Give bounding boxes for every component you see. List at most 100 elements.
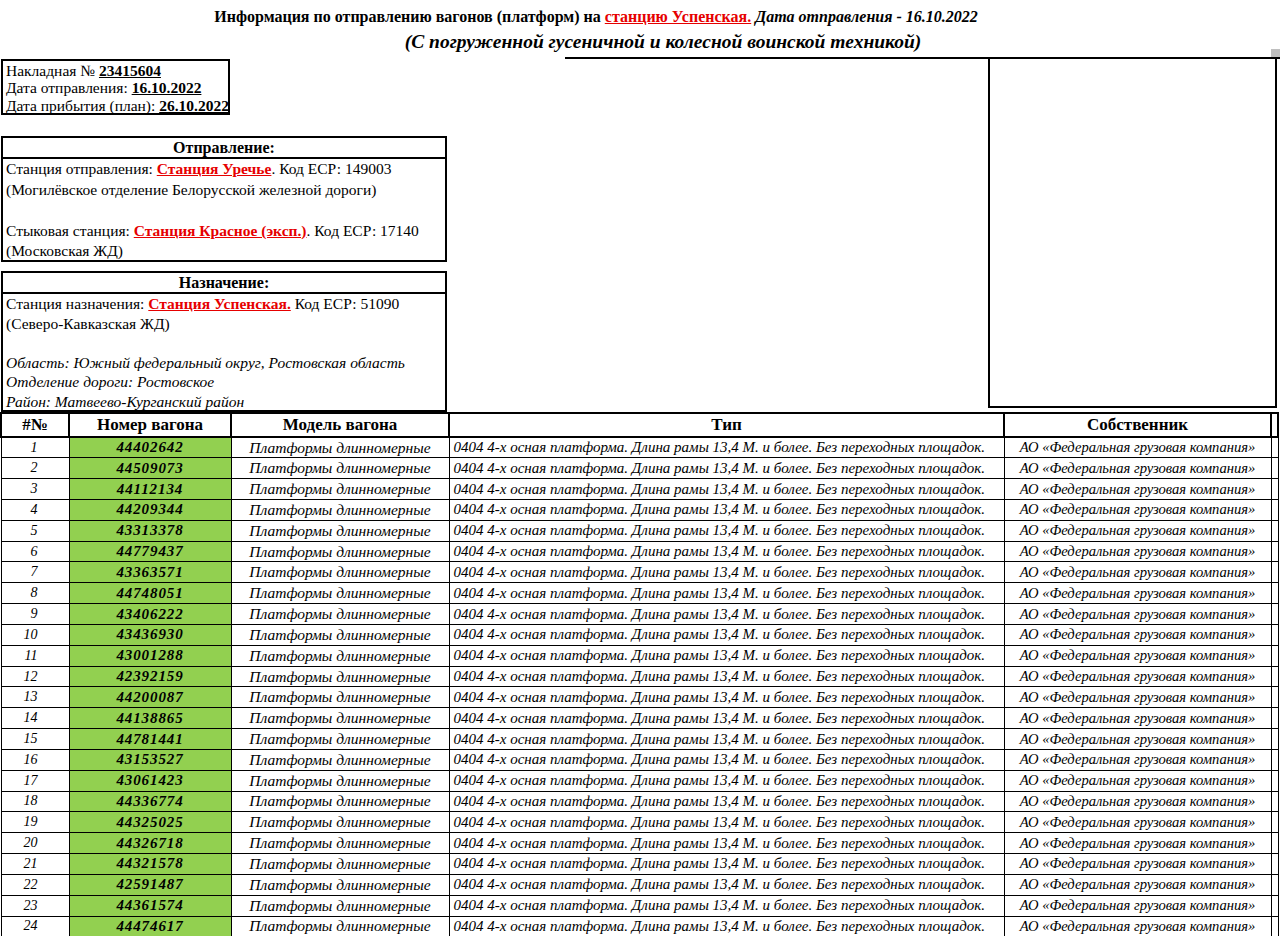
header-edge-strip bbox=[1271, 413, 1278, 437]
departure-station-line: Станция отправления: Станция Уречье. Код… bbox=[6, 159, 445, 180]
wagon-model-cell: Платформы длинномерные bbox=[231, 895, 449, 916]
destination-station-line: Станция назначения: Станция Успенская. К… bbox=[6, 294, 445, 314]
table-header-row: #№ Номер вагона Модель вагона Тип Собств… bbox=[1, 413, 1278, 437]
wagon-type-cell: 0404 4-х осная платформа. Длина рамы 13,… bbox=[449, 604, 1004, 625]
row-number-cell: 16 bbox=[1, 749, 69, 770]
table-row: 1844336774Платформы длинномерные0404 4-х… bbox=[1, 791, 1278, 812]
edge-strip-cell bbox=[1271, 562, 1278, 583]
waybill-number-line: Накладная № 23415604 bbox=[6, 62, 228, 79]
wagon-owner-cell: АО «Федеральная грузовая компания» bbox=[1004, 624, 1271, 645]
wagon-model-cell: Платформы длинномерные bbox=[231, 666, 449, 687]
wagon-type-cell: 0404 4-х осная платформа. Длина рамы 13,… bbox=[449, 520, 1004, 541]
wagon-number-cell: 43313378 bbox=[69, 520, 231, 541]
edge-strip-cell bbox=[1271, 749, 1278, 770]
edge-strip-cell bbox=[1271, 583, 1278, 604]
table-row: 743363571Платформы длинномерные0404 4-х … bbox=[1, 562, 1278, 583]
wagon-number-cell: 44781441 bbox=[69, 729, 231, 750]
corner-gray-cell bbox=[1271, 49, 1280, 57]
wagon-type-cell: 0404 4-х осная платформа. Длина рамы 13,… bbox=[449, 624, 1004, 645]
wagon-type-cell: 0404 4-х осная платформа. Длина рамы 13,… bbox=[449, 458, 1004, 479]
spacer-line bbox=[6, 200, 445, 221]
row-number-cell: 2 bbox=[1, 458, 69, 479]
edge-strip-cell bbox=[1271, 499, 1278, 520]
wagon-number-cell: 44200087 bbox=[69, 687, 231, 708]
row-number-cell: 21 bbox=[1, 854, 69, 875]
wagon-owner-cell: АО «Федеральная грузовая компания» bbox=[1004, 833, 1271, 854]
wagon-number-cell: 43363571 bbox=[69, 562, 231, 583]
table-row: 2444474617Платформы длинномерные0404 4-х… bbox=[1, 916, 1278, 936]
wagon-number-cell: 44112134 bbox=[69, 479, 231, 500]
wagon-owner-cell: АО «Федеральная грузовая компания» bbox=[1004, 458, 1271, 479]
table-row: 1544781441Платформы длинномерные0404 4-х… bbox=[1, 729, 1278, 750]
wagon-number-cell: 44402642 bbox=[69, 437, 231, 458]
table-row: 2344361574Платформы длинномерные0404 4-х… bbox=[1, 895, 1278, 916]
table-row: 1444138865Платформы длинномерные0404 4-х… bbox=[1, 708, 1278, 729]
edge-strip-cell bbox=[1271, 833, 1278, 854]
waybill-departure-label: Дата отправления: bbox=[6, 79, 132, 96]
row-number-cell: 14 bbox=[1, 708, 69, 729]
wagon-number-cell: 44321578 bbox=[69, 854, 231, 875]
edge-strip-cell bbox=[1271, 666, 1278, 687]
wagon-number-cell: 44474617 bbox=[69, 916, 231, 936]
wagon-type-cell: 0404 4-х осная платформа. Длина рамы 13,… bbox=[449, 479, 1004, 500]
table-row: 344112134Платформы длинномерные0404 4-х … bbox=[1, 479, 1278, 500]
wagon-owner-cell: АО «Федеральная грузовая компания» bbox=[1004, 666, 1271, 687]
wagon-model-cell: Платформы длинномерные bbox=[231, 687, 449, 708]
page-title: Информация по отправлению вагонов (платф… bbox=[0, 8, 1192, 26]
wagon-type-cell: 0404 4-х осная платформа. Длина рамы 13,… bbox=[449, 541, 1004, 562]
wagon-model-cell: Платформы длинномерные bbox=[231, 812, 449, 833]
departure-block-header: Отправление: bbox=[3, 138, 445, 159]
header-wagon-model: Модель вагона bbox=[231, 413, 449, 437]
waybill-info-box: Накладная № 23415604 Дата отправления: 1… bbox=[1, 59, 230, 115]
wagon-model-cell: Платформы длинномерные bbox=[231, 791, 449, 812]
wagon-model-cell: Платформы длинномерные bbox=[231, 749, 449, 770]
wagon-owner-cell: АО «Федеральная грузовая компания» bbox=[1004, 687, 1271, 708]
junction-station-label: Стыковая станция: bbox=[6, 222, 134, 239]
departure-station-label: Станция отправления: bbox=[6, 160, 157, 177]
table-row: 2242591487Платформы длинномерные0404 4-х… bbox=[1, 874, 1278, 895]
header-wagon-number: Номер вагона bbox=[69, 413, 231, 437]
junction-station-line: Стыковая станция: Станция Красное (эксп.… bbox=[6, 221, 445, 242]
wagon-number-cell: 44336774 bbox=[69, 791, 231, 812]
row-number-cell: 20 bbox=[1, 833, 69, 854]
row-number-cell: 11 bbox=[1, 645, 69, 666]
row-number-cell: 24 bbox=[1, 916, 69, 936]
row-number-cell: 12 bbox=[1, 666, 69, 687]
table-row: 644779437Платформы длинномерные0404 4-х … bbox=[1, 541, 1278, 562]
table-row: 943406222Платформы длинномерные0404 4-х … bbox=[1, 604, 1278, 625]
row-number-cell: 7 bbox=[1, 562, 69, 583]
wagon-number-cell: 43436930 bbox=[69, 624, 231, 645]
wagon-type-cell: 0404 4-х осная платформа. Длина рамы 13,… bbox=[449, 791, 1004, 812]
row-number-cell: 5 bbox=[1, 520, 69, 541]
edge-strip-cell bbox=[1271, 729, 1278, 750]
wagon-number-cell: 44779437 bbox=[69, 541, 231, 562]
wagon-number-cell: 44509073 bbox=[69, 458, 231, 479]
row-number-cell: 10 bbox=[1, 624, 69, 645]
wagon-owner-cell: АО «Федеральная грузовая компания» bbox=[1004, 437, 1271, 458]
row-number-cell: 19 bbox=[1, 812, 69, 833]
wagon-owner-cell: АО «Федеральная грузовая компания» bbox=[1004, 541, 1271, 562]
wagon-number-cell: 44325025 bbox=[69, 812, 231, 833]
wagon-number-cell: 42591487 bbox=[69, 874, 231, 895]
departure-station-link: Станция Уречье bbox=[157, 160, 272, 177]
edge-strip-cell bbox=[1271, 520, 1278, 541]
row-number-cell: 15 bbox=[1, 729, 69, 750]
wagon-number-cell: 43001288 bbox=[69, 645, 231, 666]
empty-right-box bbox=[988, 57, 1277, 408]
wagon-owner-cell: АО «Федеральная грузовая компания» bbox=[1004, 791, 1271, 812]
wagon-type-cell: 0404 4-х осная платформа. Длина рамы 13,… bbox=[449, 437, 1004, 458]
title-prefix: Информация по отправлению вагонов (платф… bbox=[214, 8, 605, 25]
row-number-cell: 22 bbox=[1, 874, 69, 895]
edge-strip-cell bbox=[1271, 895, 1278, 916]
edge-strip-cell bbox=[1271, 791, 1278, 812]
table-row: 1143001288Платформы длинномерные0404 4-х… bbox=[1, 645, 1278, 666]
departure-station-note: (Могилёвское отделение Белорусской желез… bbox=[6, 180, 445, 201]
wagon-owner-cell: АО «Федеральная грузовая компания» bbox=[1004, 708, 1271, 729]
wagon-owner-cell: АО «Федеральная грузовая компания» bbox=[1004, 520, 1271, 541]
page-subtitle: (С погруженной гусеничной и колесной вои… bbox=[46, 31, 1280, 53]
table-row: 2044326718Платформы длинномерные0404 4-х… bbox=[1, 833, 1278, 854]
destination-station-note: (Северо-Кавказская ЖД) bbox=[6, 314, 445, 334]
table-row: 244509073Платформы длинномерные0404 4-х … bbox=[1, 458, 1278, 479]
departure-station-code: . Код ЕСР: 149003 bbox=[271, 160, 391, 177]
wagon-model-cell: Платформы длинномерные bbox=[231, 833, 449, 854]
